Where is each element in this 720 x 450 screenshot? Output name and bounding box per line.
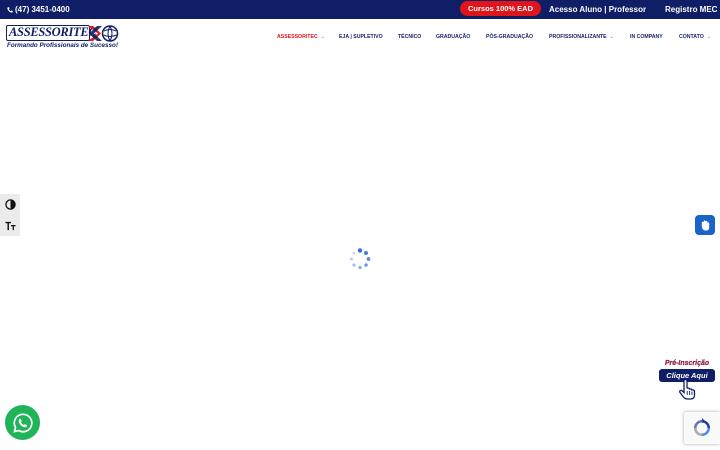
nav-item-label: TÉCNICO [398,34,422,40]
ead-courses-button[interactable]: Cursos 100% EAD [460,1,541,16]
pre-registration-title: Pré-Inscrição [664,360,710,367]
nav-item-label: GRADUAÇÃO [436,34,471,40]
nav-item-contato[interactable]: CONTATO ⌄ [679,34,711,40]
font-size-icon [4,221,16,231]
phone-number: (47) 3451-0400 [15,5,70,14]
nav-item-label: IN COMPANY [630,34,663,40]
accessibility-toolbar [0,194,20,236]
whatsapp-button[interactable] [5,405,40,440]
sign-language-icon [701,219,709,231]
hand-pointer-icon [679,379,696,400]
nav-item-label: CONTATO [679,34,704,40]
nav-item-label: PÓS-GRADUAÇÃO [486,34,533,40]
nav-item-profissionalizante[interactable]: PROFISSIONALIZANTE ⌄ [549,34,614,40]
pre-registration-button[interactable]: Pré-Inscrição Clique Aqui [658,358,716,402]
phone-icon [7,6,13,13]
student-teacher-access-link[interactable]: Acesso Aluno | Professor [549,5,646,14]
sign-language-button[interactable] [695,215,715,235]
nav-item-label: EJA | SUPLETIVO [339,34,383,40]
contrast-icon [4,199,16,210]
nav-item-eja-supletivo[interactable]: EJA | SUPLETIVO [339,34,383,40]
mec-registry-link[interactable]: Registro MEC [665,5,717,14]
phone-link[interactable]: (47) 3451-0400 [7,5,70,14]
chevron-down-icon: ⌄ [706,34,711,40]
whatsapp-icon [12,412,33,433]
nav-item-pos-graduacao[interactable]: PÓS-GRADUAÇÃO [486,34,533,40]
recaptcha-icon [694,418,710,436]
top-bar: (47) 3451-0400 Cursos 100% EAD Acesso Al… [0,0,720,19]
chevron-down-icon: ⌄ [609,34,614,40]
nav-item-tecnico[interactable]: TÉCNICO [398,34,421,40]
toggle-contrast-button[interactable] [0,194,20,215]
recaptcha-badge[interactable] [684,412,720,444]
loading-spinner-icon [350,248,371,270]
nav-item-assessoritec[interactable]: ASSESSORITEC ⌄ [277,34,325,40]
nav-item-in-company[interactable]: IN COMPANY [630,34,663,40]
toggle-font-size-button[interactable] [0,215,20,236]
nav-item-label: ASSESSORITEC [277,34,318,40]
nav-item-graduacao[interactable]: GRADUAÇÃO [436,34,470,40]
nav-item-label: PROFISSIONALIZANTE [549,34,607,40]
main-navigation: ASSESSORITEC ⌄ EJA | SUPLETIVO TÉCNICO G… [0,30,720,44]
chevron-down-icon: ⌄ [320,34,325,40]
